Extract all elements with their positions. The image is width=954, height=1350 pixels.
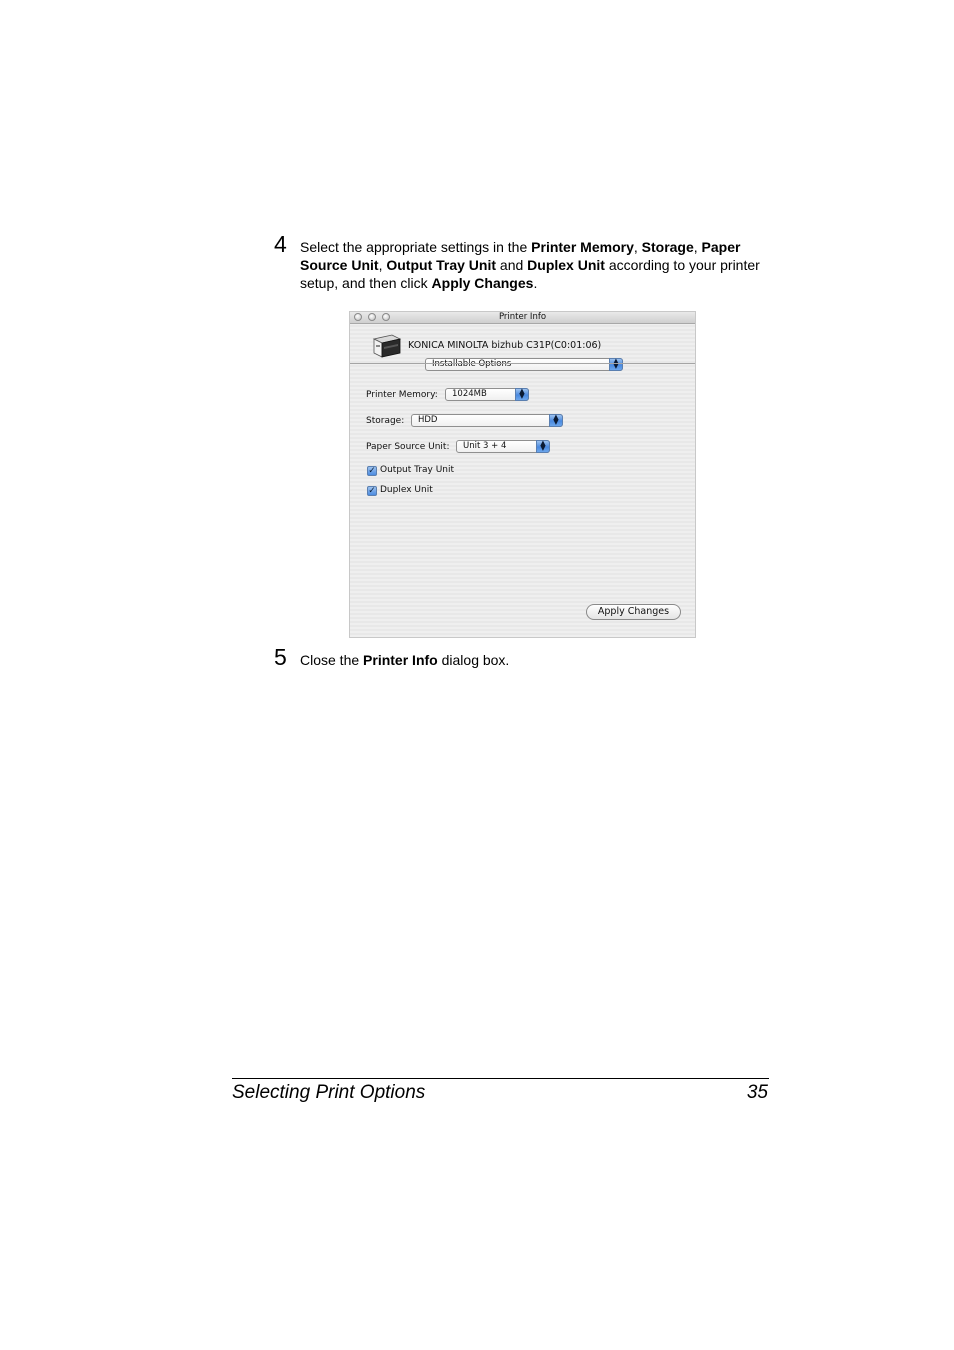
text-run: Select the appropriate settings in the <box>300 239 532 255</box>
term-duplex-unit: Duplex Unit <box>527 257 605 273</box>
printer-icon <box>372 334 402 358</box>
printer-memory-value: 1024MB <box>452 389 487 399</box>
updown-arrows-icon: ▲ ▼ <box>515 388 529 401</box>
printer-info-dialog: Printer Info KONICA MINOLTA bizhub C31P(… <box>349 311 696 638</box>
text-run: dialog box. <box>437 652 510 668</box>
footer-section-title: Selecting Print Options <box>232 1082 426 1103</box>
term-output-tray-unit: Output Tray Unit <box>386 257 497 273</box>
duplex-checkbox[interactable]: ✓ <box>367 486 377 496</box>
section-popup-value: Installable Options <box>432 359 512 369</box>
output-tray-label: Output Tray Unit <box>380 465 455 475</box>
term-printer-memory: Printer Memory <box>531 239 634 255</box>
term-apply-changes: Apply Changes <box>431 275 534 291</box>
output-tray-checkbox[interactable]: ✓ <box>367 466 377 476</box>
paper-source-label: Paper Source Unit: <box>366 442 450 452</box>
step-instruction: Close the Printer Info dialog box. <box>300 651 770 669</box>
text-run: , <box>633 239 642 255</box>
updown-arrows-icon: ▲ ▼ <box>549 414 563 427</box>
updown-arrows-icon: ▲ ▼ <box>536 440 550 453</box>
text-run: and <box>496 257 528 273</box>
term-printer-info: Printer Info <box>363 652 438 668</box>
text-run: Close the <box>300 652 364 668</box>
term-storage: Storage <box>641 239 694 255</box>
storage-label: Storage: <box>366 416 405 426</box>
storage-value: HDD <box>418 415 438 425</box>
page-number: 35 <box>746 1082 768 1103</box>
storage-popup[interactable]: HDD ▲ ▼ <box>411 414 563 427</box>
divider <box>350 363 695 364</box>
text-run: , <box>693 239 702 255</box>
step-number: 5 <box>274 644 287 670</box>
step-number: 4 <box>274 231 287 257</box>
footer-rule <box>232 1078 769 1079</box>
title-bar: Printer Info <box>350 312 695 324</box>
step-instruction: Select the appropriate settings in the P… <box>300 238 770 292</box>
paper-source-popup[interactable]: Unit 3 + 4 ▲ ▼ <box>456 440 550 453</box>
text-run: . <box>533 275 538 291</box>
duplex-label: Duplex Unit <box>380 485 433 495</box>
printer-memory-popup[interactable]: 1024MB ▲ ▼ <box>445 388 529 401</box>
section-popup[interactable]: Installable Options ▲ ▼ <box>425 358 623 371</box>
paper-source-value: Unit 3 + 4 <box>463 441 507 451</box>
updown-arrows-icon: ▲ ▼ <box>609 358 623 371</box>
apply-changes-button[interactable]: Apply Changes <box>586 604 681 620</box>
window-title: Printer Info <box>498 312 547 322</box>
printer-name: KONICA MINOLTA bizhub C31P(C0:01:06) <box>408 340 602 351</box>
printer-memory-label: Printer Memory: <box>366 390 438 400</box>
